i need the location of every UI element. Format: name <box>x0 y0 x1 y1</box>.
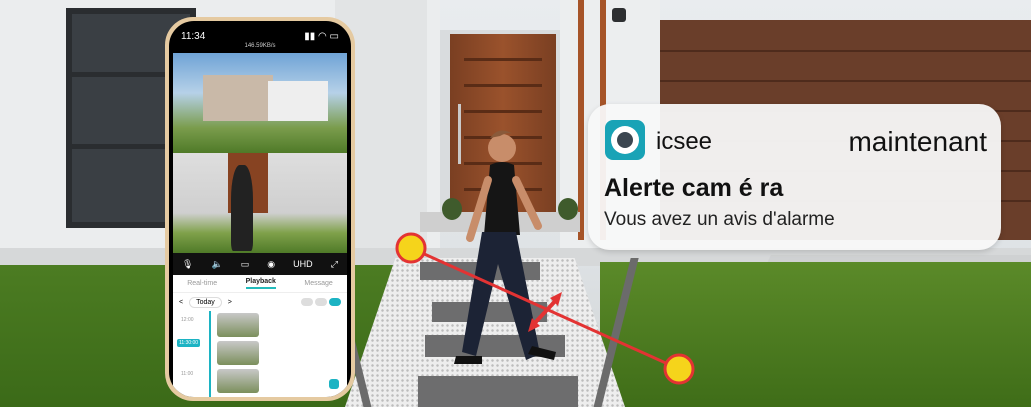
playback-timeline[interactable]: 12:00 11:30:00 11:00 <box>173 311 347 397</box>
detection-marker-end <box>663 353 695 385</box>
notification-title: Alerte cam é ra <box>604 174 784 202</box>
net-speed: 146.59KB/s <box>244 43 276 49</box>
camera-icon[interactable]: ◉ <box>267 259 275 270</box>
tab-bar: Real-time Playback Message <box>173 275 347 293</box>
feed-person <box>231 165 253 251</box>
detection-line <box>410 246 680 371</box>
advert-scene: 11:34 ▮▮ ◠ ▭ 146.59KB/s 🎙 🔈 ▭ ◉ UHD ⤢ Re… <box>0 0 1031 407</box>
view-toggle[interactable] <box>301 298 341 306</box>
feed-house-2 <box>268 81 328 121</box>
status-time: 11:34 <box>181 30 206 42</box>
notification-time: maintenant <box>848 126 987 157</box>
clip-thumbnail[interactable] <box>217 313 259 337</box>
smartphone: 11:34 ▮▮ ◠ ▭ 146.59KB/s 🎙 🔈 ▭ ◉ UHD ⤢ Re… <box>165 17 355 401</box>
phone-screen: 11:34 ▮▮ ◠ ▭ 146.59KB/s 🎙 🔈 ▭ ◉ UHD ⤢ Re… <box>169 21 351 397</box>
timeline-axis <box>209 311 211 397</box>
tab-realtime[interactable]: Real-time <box>187 280 217 287</box>
timeline-time: 11:00 <box>181 371 194 377</box>
live-toolbar: 🎙 🔈 ▭ ◉ UHD ⤢ <box>173 253 347 275</box>
quality-button[interactable]: UHD <box>293 259 313 269</box>
prev-day-button[interactable]: < <box>179 299 183 306</box>
date-label[interactable]: Today <box>189 296 222 308</box>
signal-icon: ▮▮ ◠ ▭ <box>304 30 339 42</box>
feed-house <box>203 75 273 121</box>
mic-icon[interactable]: 🎙 <box>182 259 193 270</box>
playback-panel: Real-time Playback Message < Today > 12:… <box>173 275 347 397</box>
download-button[interactable] <box>329 379 339 389</box>
cloud-icon[interactable] <box>315 298 327 306</box>
camera-feed-bottom[interactable] <box>173 153 347 253</box>
tab-message[interactable]: Message <box>304 280 332 287</box>
clip-thumbnail[interactable] <box>217 341 259 365</box>
push-notification[interactable]: icsee maintenant Alerte cam é ra Vous av… <box>588 104 1001 250</box>
storage-icon[interactable] <box>329 298 341 306</box>
timeline-current: 11:30:00 <box>177 339 201 347</box>
camera-feed-top[interactable] <box>173 53 347 153</box>
icsee-app-icon <box>605 120 645 160</box>
date-selector: < Today > <box>173 293 347 311</box>
fullscreen-icon[interactable]: ⤢ <box>331 259 338 270</box>
clip-thumbnail[interactable] <box>217 369 259 393</box>
record-icon[interactable]: ▭ <box>241 259 250 270</box>
next-day-button[interactable]: > <box>228 299 232 306</box>
phone-notch <box>227 21 293 37</box>
grid-icon[interactable] <box>301 298 313 306</box>
notification-body: Vous avez un avis d'alarme <box>604 209 835 230</box>
notification-app-name: icsee <box>656 128 713 155</box>
tab-playback[interactable]: Playback <box>245 278 276 289</box>
detection-marker-start <box>395 232 427 264</box>
timeline-time: 12:00 <box>181 317 194 323</box>
speaker-icon[interactable]: 🔈 <box>211 259 222 270</box>
